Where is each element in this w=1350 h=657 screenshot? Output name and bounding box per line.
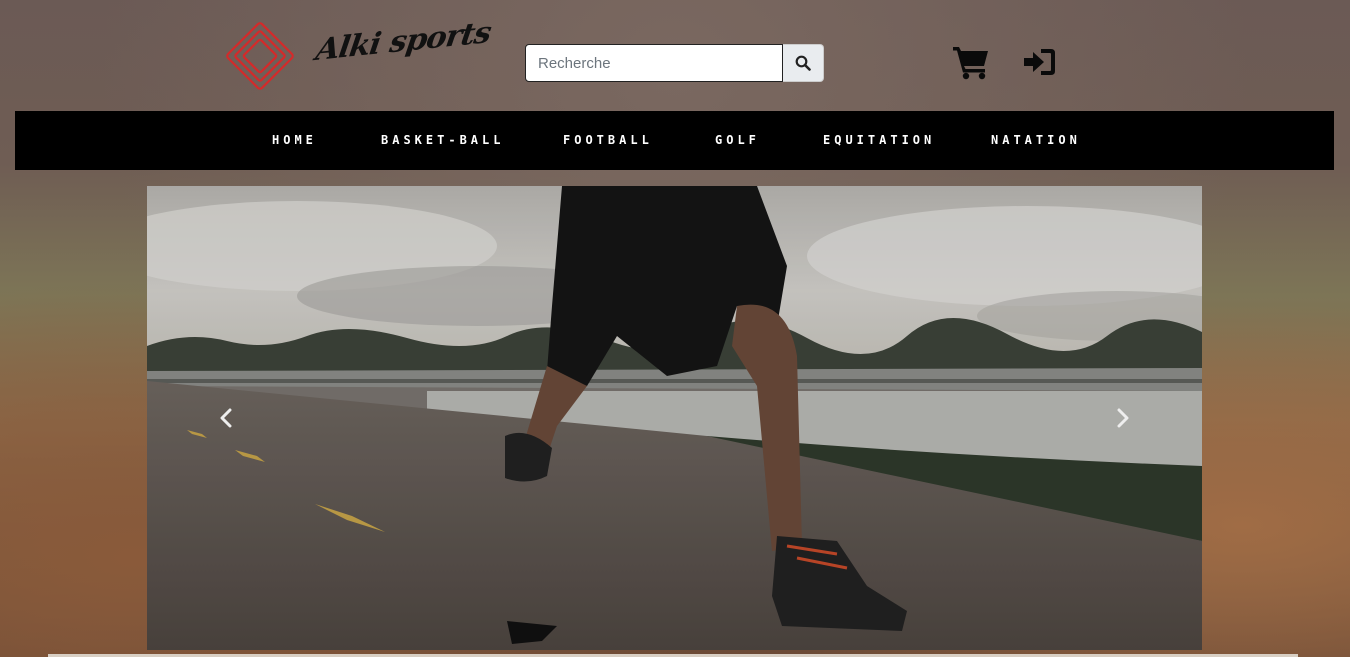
nav-item-home[interactable]: HOME <box>272 111 317 170</box>
hero-slide-image <box>147 186 1202 650</box>
nav-item-golf[interactable]: GOLF <box>715 111 760 170</box>
hero-carousel <box>147 186 1202 650</box>
brand-logo-text[interactable]: Alki sports <box>312 10 493 76</box>
logo-icon[interactable] <box>219 15 301 97</box>
nav-item-natation[interactable]: NATATION <box>991 111 1081 170</box>
carousel-next-button[interactable] <box>1108 401 1138 435</box>
shopping-cart-icon[interactable] <box>952 44 990 80</box>
search-button[interactable] <box>783 44 824 82</box>
nav-item-football[interactable]: FOOTBALL <box>563 111 653 170</box>
search-input[interactable] <box>525 44 783 82</box>
sign-in-icon[interactable] <box>1022 47 1056 77</box>
carousel-prev-button[interactable] <box>211 401 241 435</box>
chevron-right-icon <box>1117 408 1129 428</box>
main-navbar: HOME BASKET-BALL FOOTBALL GOLF EQUITATIO… <box>15 111 1334 170</box>
search-icon <box>795 55 811 71</box>
chevron-left-icon <box>220 408 232 428</box>
search-form <box>525 44 824 82</box>
nav-item-basket-ball[interactable]: BASKET-BALL <box>381 111 504 170</box>
nav-item-equitation[interactable]: EQUITATION <box>823 111 935 170</box>
